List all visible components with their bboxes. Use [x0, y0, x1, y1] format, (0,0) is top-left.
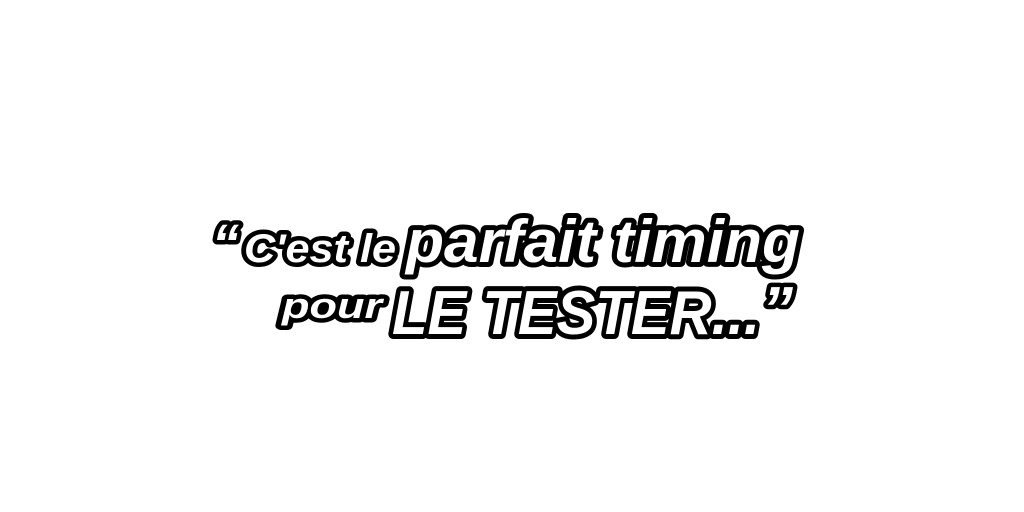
quote-line2-small: pour — [281, 285, 385, 326]
close-quote-mark: ” — [762, 275, 793, 344]
quote-graphic: “ C'est le parfait timing pour LE TESTER… — [208, 203, 806, 353]
open-quote-mark: “ — [212, 214, 239, 274]
quote-line2-big: LE TESTER... — [392, 279, 760, 348]
quote-banner: “ C'est le parfait timing pour LE TESTER… — [0, 0, 1024, 512]
quote-line1-small: C'est le — [244, 227, 396, 271]
quote-line1-big: parfait timing — [404, 208, 800, 275]
